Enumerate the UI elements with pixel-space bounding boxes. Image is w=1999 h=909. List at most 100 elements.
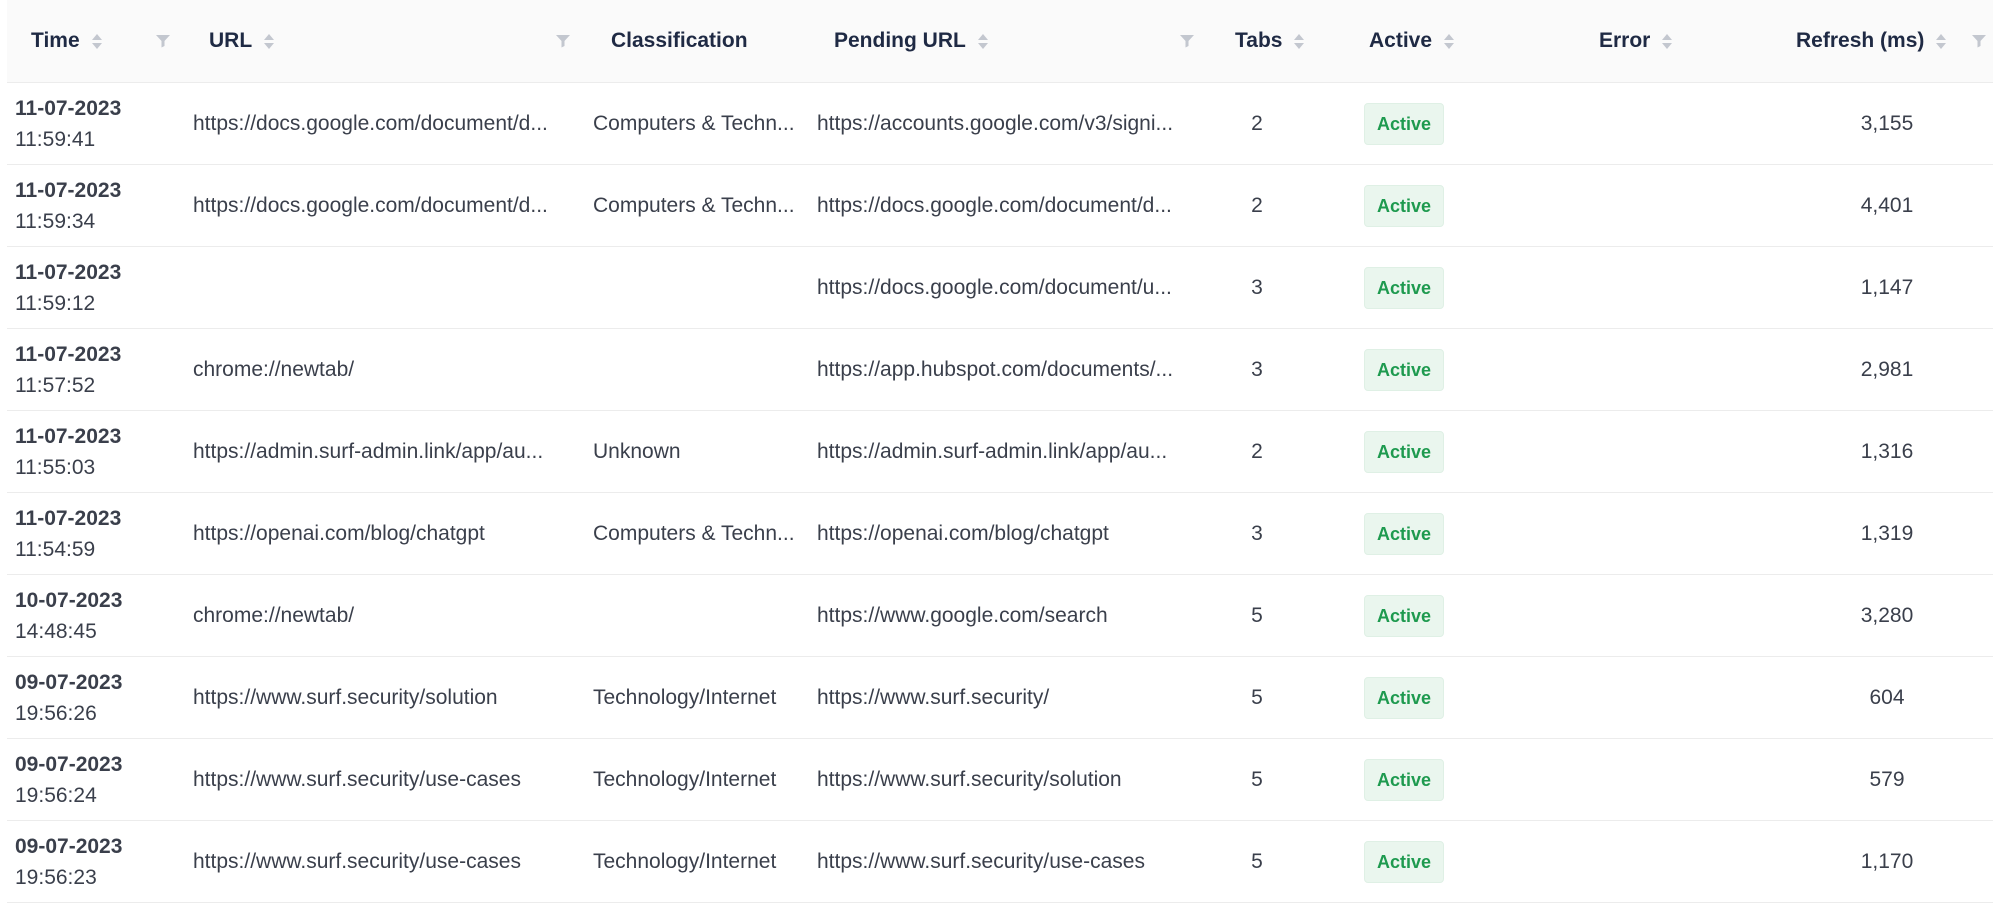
sort-icon[interactable] [1444,33,1455,49]
active-cell: Active [1364,657,1524,738]
status-badge: Active [1364,676,1445,719]
status-badge: Active [1364,348,1445,391]
url-cell[interactable]: https://openai.com/blog/chatgpt [193,493,585,574]
refresh-value: 604 [1869,685,1905,709]
time-cell: 11-07-2023 11:57:52 [15,329,165,410]
sort-icon[interactable] [1662,33,1673,49]
pending-url-cell[interactable]: https://accounts.google.com/v3/signi... [817,83,1213,164]
time-cell: 11-07-2023 11:55:03 [15,411,165,492]
sort-icon[interactable] [264,33,275,49]
date-text: 11-07-2023 [15,96,122,120]
column-title: Classification [611,29,748,52]
column-header-active[interactable]: Active [1369,0,1455,82]
url-cell[interactable]: https://admin.surf-admin.link/app/au... [193,411,585,492]
column-header-time[interactable]: Time [31,0,102,82]
clock-text: 11:57:52 [15,373,96,397]
active-cell: Active [1364,329,1524,410]
url-text: https://docs.google.com/document/d... [193,194,548,217]
column-title: Refresh (ms) [1796,29,1925,52]
pending-url-cell[interactable]: https://www.google.com/search [817,575,1213,656]
clock-text: 14:48:45 [15,619,97,643]
filter-icon[interactable] [155,33,171,49]
active-cell: Active [1364,411,1524,492]
column-header-pending-url[interactable]: Pending URL [834,0,988,82]
refresh-value: 1,147 [1860,275,1914,299]
sort-icon[interactable] [91,33,102,49]
column-header-tabs[interactable]: Tabs [1235,0,1305,82]
classification-cell: Technology/Internet [593,821,809,902]
active-cell: Active [1364,247,1524,328]
error-cell [1597,821,1757,902]
pending-url-cell[interactable]: https://www.surf.security/use-cases [817,821,1213,902]
error-cell [1597,739,1757,820]
error-cell [1597,165,1757,246]
url-cell[interactable]: https://www.surf.security/use-cases [193,739,585,820]
table-row[interactable]: 11-07-2023 11:54:59 https://openai.com/b… [7,493,1993,575]
table-row[interactable]: 09-07-2023 19:56:23 https://www.surf.sec… [7,821,1993,903]
url-cell[interactable]: chrome://newtab/ [193,575,585,656]
clock-text: 19:56:23 [15,865,97,889]
error-cell [1597,329,1757,410]
clock-text: 11:55:03 [15,455,96,479]
url-cell[interactable]: chrome://newtab/ [193,329,585,410]
url-cell[interactable]: https://docs.google.com/document/d... [193,165,585,246]
column-header-classification[interactable]: Classification [611,0,748,82]
table-row[interactable]: 11-07-2023 11:59:34 https://docs.google.… [7,165,1993,247]
status-badge: Active [1364,184,1445,227]
column-header-refresh[interactable]: Refresh (ms) [1796,0,1947,82]
pending-url-cell[interactable]: https://docs.google.com/document/u... [817,247,1213,328]
active-cell: Active [1364,575,1524,656]
filter-icon[interactable] [1179,33,1195,49]
tabs-cell: 5 [1227,821,1287,902]
refresh-cell: 1,147 [1797,247,1977,328]
filter-icon[interactable] [555,33,571,49]
tabs-count: 3 [1251,275,1263,299]
pending-url-text: https://app.hubspot.com/documents/... [817,358,1174,381]
error-cell [1597,575,1757,656]
url-cell[interactable]: https://www.surf.security/solution [193,657,585,738]
pending-url-text: https://openai.com/blog/chatgpt [817,522,1109,545]
table-row[interactable]: 10-07-2023 14:48:45 chrome://newtab/ htt… [7,575,1993,657]
url-cell[interactable]: https://www.surf.security/use-cases [193,821,585,902]
clock-text: 11:54:59 [15,537,96,561]
tabs-cell: 2 [1227,165,1287,246]
pending-url-cell[interactable]: https://docs.google.com/document/d... [817,165,1213,246]
pending-url-cell[interactable]: https://openai.com/blog/chatgpt [817,493,1213,574]
tabs-cell: 2 [1227,83,1287,164]
time-cell: 10-07-2023 14:48:45 [15,575,165,656]
status-badge: Active [1364,430,1445,473]
active-cell: Active [1364,83,1524,164]
sort-icon[interactable] [977,33,988,49]
url-cell[interactable] [193,247,585,328]
filter-icon[interactable] [1971,33,1987,49]
pending-url-text: https://docs.google.com/document/u... [817,276,1172,299]
url-cell[interactable]: https://docs.google.com/document/d... [193,83,585,164]
sort-icon[interactable] [1936,33,1947,49]
pending-url-cell[interactable]: https://www.surf.security/ [817,657,1213,738]
sort-icon[interactable] [1294,33,1305,49]
error-cell [1597,493,1757,574]
column-header-url[interactable]: URL [209,0,275,82]
url-text: chrome://newtab/ [193,604,355,627]
tabs-count: 3 [1251,521,1263,545]
refresh-value: 1,316 [1860,439,1914,463]
table-row[interactable]: 09-07-2023 19:56:26 https://www.surf.sec… [7,657,1993,739]
refresh-value: 4,401 [1860,193,1914,217]
url-text: https://admin.surf-admin.link/app/au... [193,440,544,463]
tabs-count: 5 [1251,685,1263,709]
active-cell: Active [1364,165,1524,246]
pending-url-cell[interactable]: https://www.surf.security/solution [817,739,1213,820]
tabs-cell: 3 [1227,247,1287,328]
table-row[interactable]: 11-07-2023 11:59:41 https://docs.google.… [7,83,1993,165]
table-row[interactable]: 11-07-2023 11:55:03 https://admin.surf-a… [7,411,1993,493]
time-cell: 11-07-2023 11:59:34 [15,165,165,246]
time-cell: 11-07-2023 11:54:59 [15,493,165,574]
pending-url-cell[interactable]: https://app.hubspot.com/documents/... [817,329,1213,410]
pending-url-cell[interactable]: https://admin.surf-admin.link/app/au... [817,411,1213,492]
table-row[interactable]: 11-07-2023 11:57:52 chrome://newtab/ htt… [7,329,1993,411]
pending-url-text: https://docs.google.com/document/d... [817,194,1172,217]
time-cell: 09-07-2023 19:56:24 [15,739,165,820]
table-row[interactable]: 09-07-2023 19:56:24 https://www.surf.sec… [7,739,1993,821]
table-row[interactable]: 11-07-2023 11:59:12 https://docs.google.… [7,247,1993,329]
column-header-error[interactable]: Error [1599,0,1673,82]
